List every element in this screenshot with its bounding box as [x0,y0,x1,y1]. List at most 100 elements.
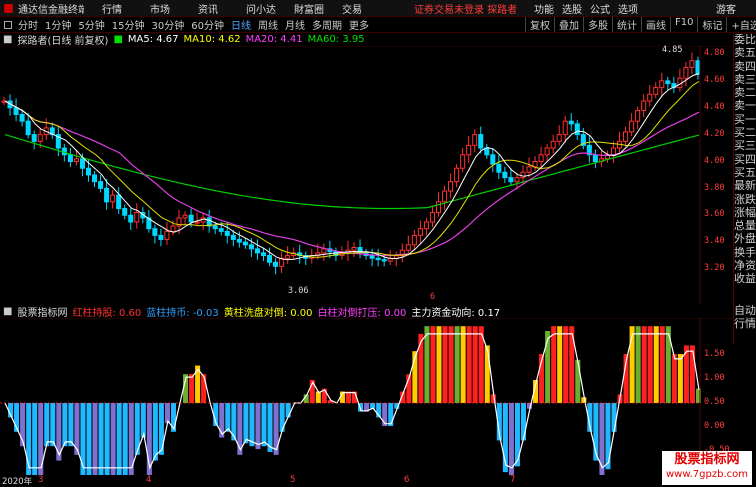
menu-options[interactable]: 选项 [618,1,638,16]
indicator-bar [520,403,526,441]
menu-stock-pick[interactable]: 选股 [562,1,582,16]
quote-field-16[interactable]: 换手 [734,246,756,259]
candle-body [508,177,514,183]
ma-legend: ■ 探路者(日线 前复权) ■ MA5: 4.67 MA10: 4.62 MA2… [0,33,370,47]
quote-field-2[interactable]: 卖四 [734,60,756,73]
candle-body [267,255,273,263]
tab-intraday[interactable]: 分时 [18,17,38,32]
tool-draw[interactable]: 画线 [641,17,670,32]
candle-body [236,238,242,243]
tool-stats[interactable]: 统计 [612,17,641,32]
tab-30min[interactable]: 30分钟 [151,17,184,32]
quote-field-9[interactable]: 买四 [734,153,756,166]
window-toggle-icon[interactable] [4,20,12,29]
collapse-icon[interactable]: ■ [3,34,12,45]
guest-label[interactable]: 游客 [716,1,736,16]
indicator-chart[interactable] [0,318,733,475]
quote-field-5[interactable]: 卖一 [734,99,756,112]
tab-monthly[interactable]: 月线 [285,17,305,32]
indicator-bar [201,374,207,403]
menu-right-group: 功能 选股 公式 选项 [534,1,638,16]
indicator-bar [430,326,436,403]
menu-function[interactable]: 功能 [534,1,554,16]
candle-body [665,80,671,85]
quote-field-3[interactable]: 卖三 [734,73,756,86]
quote-field-17[interactable]: 净资 [734,259,756,272]
low-annotation: 3.06 [288,286,309,296]
tab-60min[interactable]: 60分钟 [191,17,224,32]
menu-trade[interactable]: 交易 [342,1,372,16]
candle-body [110,194,116,203]
indicator-bar [122,403,128,475]
candle-body [13,107,19,115]
quote-field-13[interactable]: 涨幅 [734,206,756,219]
indicator-bar [32,403,38,475]
tab-1min[interactable]: 1分钟 [45,17,71,32]
quote-field-10[interactable]: 买五 [734,166,756,179]
candle-body [158,234,164,240]
tab-multi-period[interactable]: 多周期 [312,17,342,32]
price-tick: 4.20 [704,128,725,139]
menu-formula[interactable]: 公式 [590,1,610,16]
tool-mark[interactable]: 标记 [697,17,726,32]
quote-field-18[interactable]: 收益 [734,272,756,285]
indicator-bar [689,345,695,403]
menu-market[interactable]: 市场 [150,1,180,16]
app-title: 通达信金融终端 [18,4,84,16]
indicator-bar [140,403,146,438]
indicator-bar [575,359,581,403]
tool-multi-stock[interactable]: 多股 [583,17,612,32]
tab-weekly[interactable]: 周线 [258,17,278,32]
candle-body [31,134,37,142]
quote-field-12[interactable]: 涨跌 [734,193,756,206]
login-warning[interactable]: 证券交易未登录 探路者 [414,1,517,16]
tab-15min[interactable]: 15分钟 [112,17,145,32]
quote-field-8[interactable]: 买三 [734,139,756,152]
candle-body [79,158,85,169]
menu-ask[interactable]: 问小达 [246,1,276,16]
menu-quotes[interactable]: 行情 [102,1,132,16]
tab-5min[interactable]: 5分钟 [78,17,104,32]
auto-field-1[interactable]: 行情 [734,317,756,330]
quote-field-11[interactable]: 最新 [734,179,756,192]
collapse-icon[interactable]: ■ [3,306,12,317]
auto-field-0[interactable]: 自动 [734,304,756,317]
tool-adjust[interactable]: 复权 [525,17,554,32]
menu-wealth[interactable]: 財富圈 [294,1,324,16]
tool-add-watchlist[interactable]: +自选 [726,17,756,32]
watermark-url: www.7gpzb.com [666,469,748,480]
indicator-bar [436,326,442,403]
tool-overlay[interactable]: 叠加 [554,17,583,32]
indicator-bar [225,403,231,432]
indicator-bar [472,326,478,403]
quote-field-15[interactable]: 外盘 [734,232,756,245]
candle-body [550,140,556,149]
menu-news[interactable]: 资讯 [198,1,228,16]
flow-value: 主力资金动向: 0.17 [411,307,501,319]
quote-field-4[interactable]: 卖二 [734,86,756,99]
indicator-tick: 1.50 [704,349,725,359]
quote-field-0[interactable]: 委比 [734,33,756,46]
candle-body [466,144,472,156]
candlestick-chart[interactable] [0,46,733,304]
indicator-bar [231,403,237,441]
candle-body [478,134,484,149]
quote-field-14[interactable]: 总量 [734,219,756,232]
quote-field-1[interactable]: 卖五 [734,46,756,59]
candle-body [435,201,442,214]
tab-more[interactable]: 更多 [349,17,369,32]
toggle-icon[interactable]: ■ [113,34,122,45]
indicator-bar [460,326,466,403]
candle-body [502,171,508,179]
quote-field-7[interactable]: 买二 [734,126,756,139]
ma10-value: MA10: 4.62 [183,34,241,45]
quote-panel: 委比 卖五 卖四 卖三 卖二 卖一 买一 买二 买三 买四 买五 最新 涨跌 涨幅 总量 外盘 换手 净资 收益 [733,33,756,304]
candle-body [85,167,92,176]
indicator-bar [641,326,647,403]
quote-field-6[interactable]: 买一 [734,113,756,126]
candle-body [128,214,134,223]
candle-body [116,194,122,210]
price-tick: 3.40 [704,236,725,247]
tab-daily[interactable]: 日线 [231,17,251,32]
tool-f10[interactable]: F10 [670,17,697,32]
